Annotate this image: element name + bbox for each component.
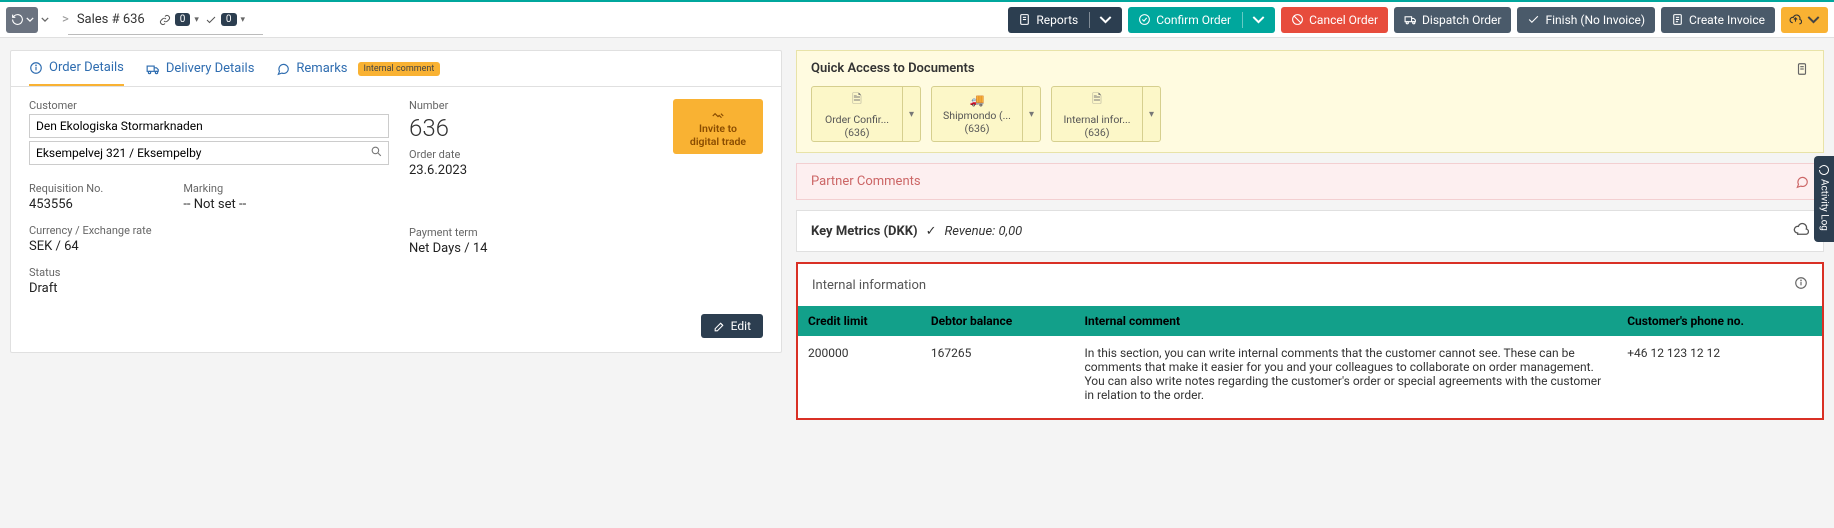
marking-value: -- Not set -- <box>183 197 246 212</box>
reports-button[interactable]: Reports <box>1008 7 1122 33</box>
tab-order-details[interactable]: Order Details <box>29 51 124 86</box>
order-date-value: 23.6.2023 <box>409 163 609 178</box>
info-icon <box>29 61 43 75</box>
breadcrumb-sep: > <box>62 12 69 27</box>
cell-customer-phone: +46 12 123 12 12 <box>1617 336 1822 418</box>
chat-icon <box>276 62 290 76</box>
status-value: Draft <box>29 281 389 296</box>
finish-no-invoice-button[interactable]: Finish (No Invoice) <box>1517 7 1655 33</box>
currency-value: SEK / 64 <box>29 239 389 254</box>
tabs: Order Details Delivery Details Remarks I… <box>11 51 781 87</box>
truck-icon: 🚚 <box>970 93 985 107</box>
history-button[interactable] <box>6 7 38 33</box>
cell-debtor-balance: 167265 <box>921 336 1075 418</box>
link-icon <box>159 14 171 26</box>
currency-label: Currency / Exchange rate <box>29 224 389 237</box>
breadcrumb-underline <box>68 34 263 35</box>
chevron-down-icon <box>41 17 49 22</box>
handshake-icon <box>709 109 727 123</box>
document-icon <box>1018 13 1031 26</box>
tab-delivery-details[interactable]: Delivery Details <box>146 51 255 86</box>
document-icon: 🗎 <box>1092 90 1102 111</box>
check-icon <box>205 14 217 26</box>
doc-card-dropdown[interactable]: ▾ <box>1022 87 1040 141</box>
col-internal-comment: Internal comment <box>1074 306 1617 336</box>
check-icon: ✓ <box>926 224 937 239</box>
search-icon[interactable] <box>370 145 383 161</box>
links-badge[interactable]: 0 ▾ <box>159 13 199 26</box>
chevron-down-icon <box>1252 13 1265 26</box>
key-metrics-panel[interactable]: Key Metrics (DKK) ✓ Revenue: 0,00 <box>796 210 1824 252</box>
create-invoice-button[interactable]: Create Invoice <box>1661 7 1775 33</box>
check-icon <box>1527 13 1540 26</box>
order-card: Order Details Delivery Details Remarks I… <box>10 50 782 353</box>
document-icon: 🗎 <box>852 90 862 111</box>
col-credit-limit: Credit limit <box>798 306 921 336</box>
col-customer-phone: Customer's phone no. <box>1617 306 1822 336</box>
remarks-pill: Internal comment <box>358 62 441 76</box>
cell-internal-comment: In this section, you can write internal … <box>1074 336 1617 418</box>
internal-info-title: Internal information <box>812 278 926 293</box>
breadcrumb: > Sales # 636 0 ▾ 0 ▾ <box>62 12 245 27</box>
key-metrics-label: Key Metrics (DKK) <box>811 224 918 239</box>
cloud-icon[interactable] <box>1793 221 1809 241</box>
confirm-order-button[interactable]: Confirm Order <box>1128 7 1275 33</box>
top-toolbar: > Sales # 636 0 ▾ 0 ▾ Reports Confirm Or… <box>0 0 1834 38</box>
prohibit-icon <box>1291 13 1304 26</box>
activity-log-tab[interactable]: Activity Log <box>1814 156 1834 242</box>
status-label: Status <box>29 266 389 279</box>
table-row: 200000 167265 In this section, you can w… <box>798 336 1822 418</box>
requisition-value: 453556 <box>29 197 103 212</box>
payment-term-value: Net Days / 14 <box>409 241 609 256</box>
content-area: Order Details Delivery Details Remarks I… <box>0 38 1834 430</box>
document-icon[interactable] <box>1795 62 1809 76</box>
partner-comments-title: Partner Comments <box>811 174 921 189</box>
chevron-down-icon <box>1099 13 1112 26</box>
history-split[interactable] <box>38 17 52 22</box>
breadcrumb-title[interactable]: Sales # 636 <box>77 12 145 27</box>
doc-card-internal-info: 🗎 Internal infor... (636) ▾ <box>1051 86 1161 142</box>
quick-access-title: Quick Access to Documents <box>811 61 975 76</box>
marking-label: Marking <box>183 182 246 195</box>
check-circle-icon <box>1138 13 1151 26</box>
chat-icon <box>1795 175 1809 189</box>
customer-name-input[interactable] <box>29 114 389 138</box>
checks-badge[interactable]: 0 ▾ <box>205 13 245 26</box>
partner-comments-panel[interactable]: Partner Comments <box>796 163 1824 200</box>
order-form: Customer Requ <box>11 87 781 352</box>
cancel-order-button[interactable]: Cancel Order <box>1281 7 1388 33</box>
edit-button[interactable]: Edit <box>701 314 763 338</box>
cloud-upload-icon <box>1789 13 1802 26</box>
chevron-down-icon <box>26 17 34 22</box>
cloud-upload-button[interactable] <box>1781 7 1828 33</box>
customer-label: Customer <box>29 99 389 112</box>
edit-icon <box>713 320 726 333</box>
quick-access-panel: Quick Access to Documents 🗎 Order Confir… <box>796 50 1824 153</box>
truck-icon <box>1404 13 1417 26</box>
number-value: 636 <box>409 114 609 142</box>
doc-card-dropdown[interactable]: ▾ <box>902 87 920 141</box>
history-icon <box>1818 164 1830 176</box>
invoice-icon <box>1671 13 1684 26</box>
doc-card-dropdown[interactable]: ▾ <box>1142 87 1160 141</box>
doc-card-order-confirmation: 🗎 Order Confir... (636) ▾ <box>811 86 921 142</box>
customer-address-input[interactable] <box>29 141 389 165</box>
invite-to-digital-trade[interactable]: Invite to digital trade <box>673 99 763 154</box>
doc-card-shipmondo: 🚚 Shipmondo (... (636) ▾ <box>931 86 1041 142</box>
order-date-label: Order date <box>409 148 609 161</box>
requisition-label: Requisition No. <box>29 182 103 195</box>
number-label: Number <box>409 99 609 112</box>
chevron-down-icon <box>1807 13 1820 26</box>
cell-credit-limit: 200000 <box>798 336 921 418</box>
internal-information-panel: Internal information Credit limit Debtor… <box>796 262 1824 420</box>
tab-remarks[interactable]: Remarks Internal comment <box>276 51 440 86</box>
info-icon[interactable] <box>1794 276 1808 294</box>
truck-icon <box>146 62 160 76</box>
col-debtor-balance: Debtor balance <box>921 306 1075 336</box>
dispatch-order-button[interactable]: Dispatch Order <box>1394 7 1511 33</box>
history-icon <box>11 13 24 26</box>
internal-info-table: Credit limit Debtor balance Internal com… <box>798 306 1822 418</box>
payment-term-label: Payment term <box>409 226 609 239</box>
